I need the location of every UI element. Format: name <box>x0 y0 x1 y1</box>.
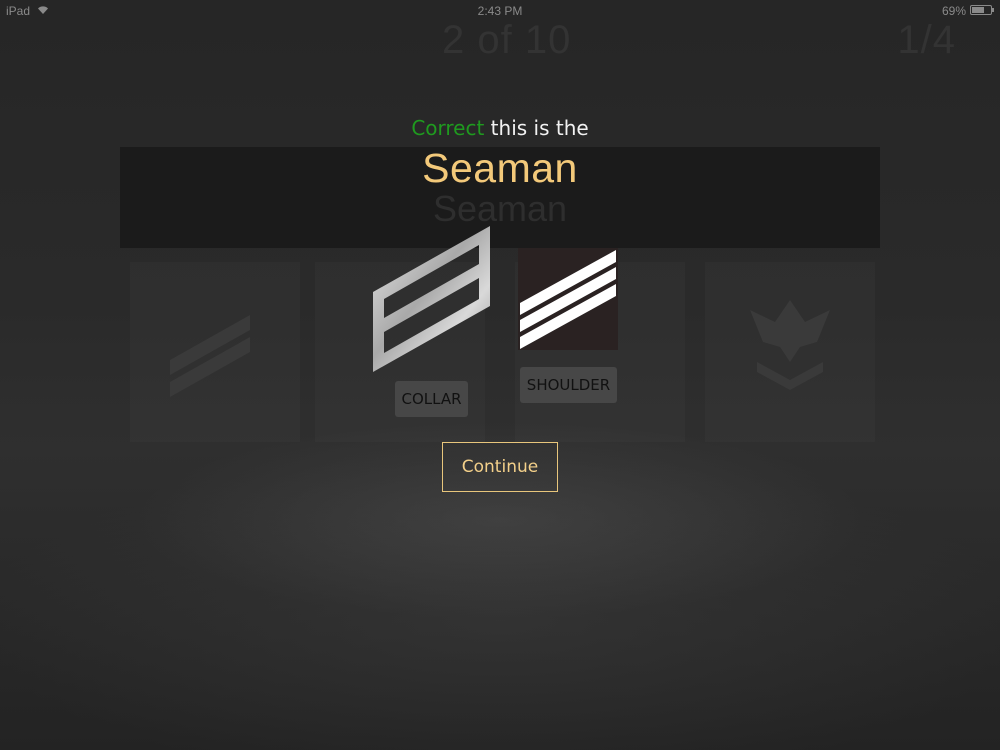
result-message: Correct this is the <box>0 116 1000 140</box>
background-question-progress: 2 of 10 <box>442 18 572 62</box>
collar-insignia-icon <box>373 226 490 372</box>
continue-button[interactable]: Continue <box>442 442 558 492</box>
result-message-text: this is the <box>484 116 589 140</box>
background-eagle-insignia-icon <box>750 300 830 390</box>
correct-label: Correct <box>411 116 485 140</box>
background-score: 1/4 <box>897 18 956 62</box>
shoulder-stripes-icon <box>520 250 616 349</box>
status-bar: iPad 2:43 PM 69% <box>0 0 1000 20</box>
background-quiz-screen: 2 of 10 1/4 Seaman <box>0 0 1000 750</box>
collar-label: COLLAR <box>395 381 468 417</box>
status-time: 2:43 PM <box>477 4 523 18</box>
rank-title: Seaman <box>422 145 578 191</box>
battery-percentage: 69% <box>941 4 966 18</box>
shoulder-label: SHOULDER <box>520 367 617 403</box>
background-banner-title: Seaman <box>432 188 568 229</box>
shoulder-insignia <box>518 248 618 350</box>
battery-icon <box>970 5 994 15</box>
background-chevron-insignia-icon <box>170 315 250 397</box>
